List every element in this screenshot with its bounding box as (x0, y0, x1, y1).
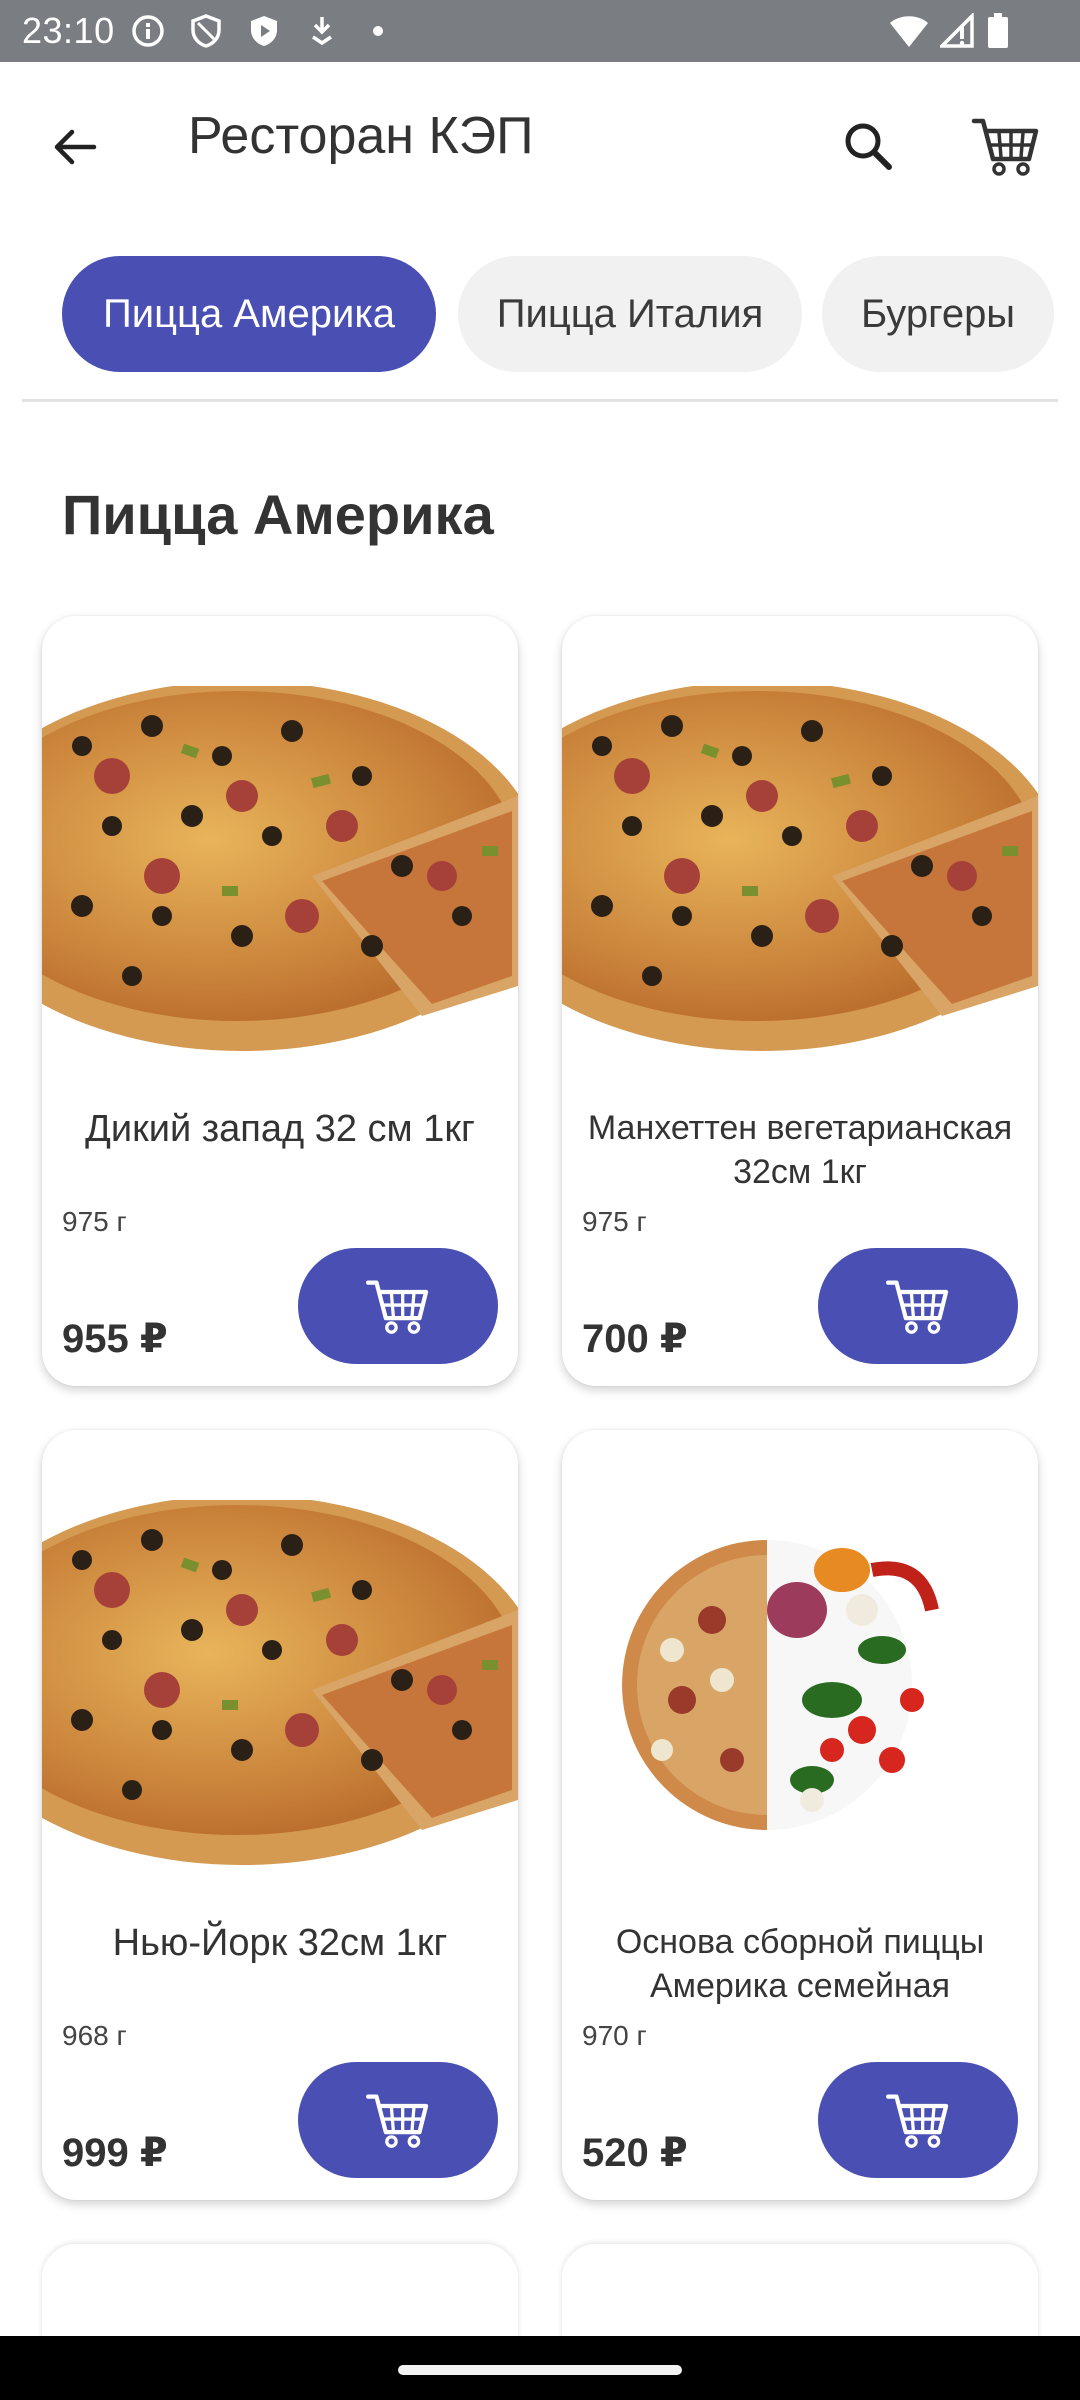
product-price: 520 ₽ (582, 2131, 688, 2175)
signal-icon (940, 13, 974, 48)
product-card[interactable]: Нью-Йорк 32см 1кг 968 г 999 ₽ (42, 1430, 518, 2200)
shield-icon (191, 14, 221, 48)
tab-pizza-america[interactable]: Пицца Америка (62, 256, 436, 372)
product-price: 999 ₽ (62, 2131, 168, 2175)
tab-burgers[interactable]: Бургеры (822, 256, 1054, 372)
category-tabs: Пицца Америка Пицца Италия Бургеры (0, 250, 1080, 380)
page-title: Ресторан КЭП (188, 107, 534, 165)
pizza-slice-image (42, 686, 518, 1056)
add-to-cart-button[interactable] (298, 1248, 498, 1364)
product-weight: 968 г (62, 2020, 127, 2051)
wifi-icon (890, 16, 928, 47)
product-name: Нью-Йорк 32см 1кг (112, 1922, 448, 1964)
shopping-cart-icon (365, 2094, 429, 2148)
shopping-cart-icon (885, 1280, 949, 1334)
info-circle-icon (132, 15, 164, 47)
product-weight: 975 г (582, 1206, 647, 1237)
back-button[interactable] (30, 102, 120, 192)
status-bar: 23:10 (0, 0, 1080, 62)
add-to-cart-button[interactable] (298, 2062, 498, 2178)
pizza-slice-image (42, 1500, 518, 1870)
half-pizza-half-vegetables-image (562, 1500, 1038, 1870)
add-to-cart-button[interactable] (818, 2062, 1018, 2178)
dot-icon (373, 26, 383, 36)
arrow-back-icon (54, 129, 97, 165)
product-card[interactable]: Манхеттен вегетарианская 32см 1кг 975 г … (562, 616, 1038, 1386)
battery-icon (988, 13, 1008, 48)
shopping-cart-icon (971, 118, 1039, 176)
search-button[interactable] (820, 98, 916, 194)
status-time: 23:10 (22, 10, 115, 51)
product-weight: 970 г (582, 2020, 647, 2051)
shopping-cart-icon (885, 2094, 949, 2148)
product-card[interactable]: Дикий запад 32 см 1кг 975 г 955 ₽ (42, 616, 518, 1386)
pizza-slice-image (562, 686, 1038, 1056)
product-name: Основа сборной пиццы Америка семейная (615, 1923, 985, 2005)
search-icon (845, 123, 892, 170)
tab-pizza-italy[interactable]: Пицца Италия (458, 256, 802, 372)
shopping-cart-icon (365, 1280, 429, 1334)
product-price: 700 ₽ (582, 1317, 688, 1361)
app-bar: Ресторан КЭП (0, 62, 1080, 212)
section-title: Пицца Америка (62, 483, 494, 546)
product-card[interactable]: Основа сборной пиццы Америка семейная 97… (562, 1430, 1038, 2200)
product-price: 955 ₽ (62, 1317, 168, 1361)
product-name: Манхеттен вегетарианская 32см 1кг (587, 1109, 1013, 1191)
product-name: Дикий запад 32 см 1кг (85, 1108, 475, 1150)
download-icon (312, 17, 332, 46)
home-gesture-handle[interactable] (398, 2365, 682, 2375)
product-weight: 975 г (62, 1206, 127, 1237)
tabs-divider (22, 399, 1058, 402)
cart-button[interactable] (958, 98, 1054, 194)
play-shield-icon (251, 16, 277, 46)
add-to-cart-button[interactable] (818, 1248, 1018, 1364)
